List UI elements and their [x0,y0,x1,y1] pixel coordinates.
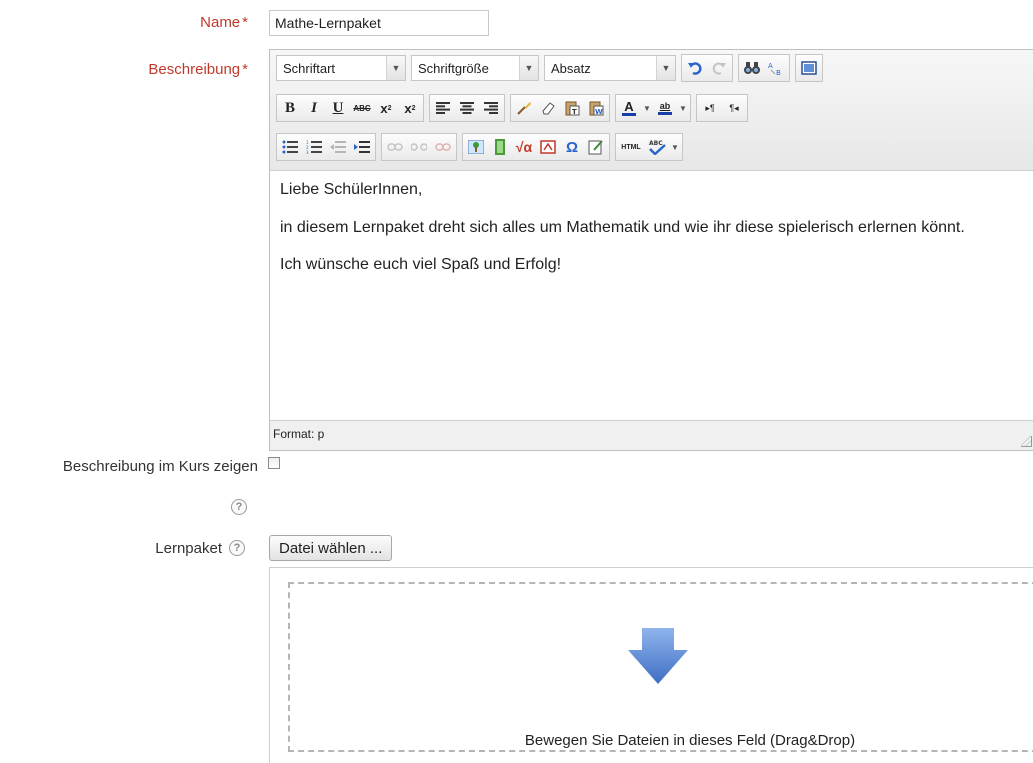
chevron-down-icon[interactable]: ▼ [670,136,680,158]
svg-text:A: A [768,62,773,70]
name-input[interactable] [269,10,489,36]
link-icon[interactable] [384,136,406,158]
svg-text:3: 3 [306,150,309,154]
undo-icon[interactable] [684,57,706,79]
font-family-select[interactable]: Schriftart ▼ [276,55,406,81]
align-left-icon[interactable] [432,97,454,119]
paragraph-format-select[interactable]: Absatz ▼ [544,55,676,81]
redo-icon[interactable] [708,57,730,79]
required-star: * [242,61,248,78]
toolbar-row-1: Schriftart ▼ Schriftgröße ▼ Absatz ▼ A B [276,54,828,82]
editor-content[interactable]: Liebe SchülerInnen, in diesem Lernpaket … [270,171,1033,420]
spellcheck-icon[interactable]: ABC [646,136,668,158]
chevron-down-icon[interactable]: ▼ [678,97,688,119]
description-label-text: Beschreibung [148,61,241,78]
tools-group: HTML ABC ▼ [615,133,683,161]
align-right-icon[interactable] [480,97,502,119]
show-in-course-label: Beschreibung im Kurs zeigen [62,458,258,475]
font-family-value: Schriftart [283,60,336,76]
arrow-down-icon [628,628,688,687]
file-drop-area[interactable]: Bewegen Sie Dateien in dieses Feld (Drag… [269,567,1033,763]
text-color-icon[interactable]: A [618,97,640,119]
editor-toolbar: Schriftart ▼ Schriftgröße ▼ Absatz ▼ A B… [270,50,1033,171]
rich-text-editor: Schriftart ▼ Schriftgröße ▼ Absatz ▼ A B… [269,49,1033,451]
fullscreen-icon[interactable] [798,57,820,79]
unlink-icon[interactable] [408,136,430,158]
name-label: Name * [100,14,248,31]
html-icon[interactable]: HTML [618,136,644,158]
paragraph-format-value: Absatz [551,60,591,76]
emoticon-icon[interactable] [537,136,559,158]
alignment-group [429,94,505,122]
font-size-select[interactable]: Schriftgröße ▼ [411,55,539,81]
format-path: Format: p [273,427,325,441]
strikethrough-icon[interactable]: ABC [351,97,373,119]
paste-text-icon[interactable]: T [561,97,583,119]
image-icon[interactable] [465,136,487,158]
direction-group: ▸¶ ¶◂ [696,94,748,122]
find-icon[interactable] [741,57,763,79]
template-icon[interactable] [585,136,607,158]
superscript-icon[interactable]: x2 [399,97,421,119]
italic-icon[interactable]: I [303,97,325,119]
svg-text:W: W [595,108,603,116]
drop-zone[interactable]: Bewegen Sie Dateien in dieses Feld (Drag… [288,582,1033,752]
media-icon[interactable] [489,136,511,158]
equation-icon[interactable]: √α [513,136,535,158]
editor-statusbar: Format: p [270,420,1033,450]
subscript-icon[interactable]: x2 [375,97,397,119]
view-group [795,54,823,82]
svg-text:T: T [572,108,577,116]
color-group: A ▼ ab ▼ [615,94,691,122]
package-label: Lernpaket [155,540,222,557]
chevron-down-icon[interactable]: ▼ [656,56,675,80]
paste-word-icon[interactable]: W [585,97,607,119]
bold-icon[interactable]: B [279,97,301,119]
insert-group: √α Ω [462,133,610,161]
special-char-icon[interactable]: Ω [561,136,583,158]
highlight-icon[interactable]: ab [654,97,676,119]
chevron-down-icon[interactable]: ▼ [642,97,652,119]
cleanup-icon[interactable] [513,97,535,119]
editor-paragraph: Ich wünsche euch viel Spaß und Erfolg! [280,256,562,273]
drop-instruction: Bewegen Sie Dateien in dieses Feld (Drag… [524,732,856,749]
history-group [681,54,733,82]
editor-paragraph: in diesem Lernpaket dreht sich alles um … [280,219,965,236]
anchor-icon[interactable] [432,136,454,158]
numbered-list-icon[interactable]: 123 [303,136,325,158]
svg-text:B: B [776,69,781,76]
toolbar-row-2: B I U ABC x2 x2 T W A ▼ ab ▼ ▸¶ ¶◂ [276,94,753,122]
choose-file-button[interactable]: Datei wählen ... [269,535,393,561]
underline-icon[interactable]: U [327,97,349,119]
search-group: AB [738,54,790,82]
list-group: 123 [276,133,376,161]
required-star: * [242,14,248,31]
editor-paragraph: Liebe SchülerInnen, [280,181,423,198]
rtl-icon[interactable]: ¶◂ [723,97,745,119]
chevron-down-icon[interactable]: ▼ [386,56,405,80]
link-group [381,133,457,161]
text-style-group: B I U ABC x2 x2 [276,94,424,122]
replace-icon[interactable]: AB [765,57,787,79]
help-icon[interactable]: ? [231,499,247,515]
chevron-down-icon[interactable]: ▼ [519,56,538,80]
resize-handle[interactable] [1021,436,1032,447]
remove-format-icon[interactable] [537,97,559,119]
align-center-icon[interactable] [456,97,478,119]
outdent-icon[interactable] [327,136,349,158]
indent-icon[interactable] [351,136,373,158]
clipboard-group: T W [510,94,610,122]
description-label: Beschreibung * [80,61,248,78]
help-icon[interactable]: ? [229,540,245,556]
bullet-list-icon[interactable] [279,136,301,158]
show-in-course-checkbox[interactable] [268,457,280,469]
toolbar-row-3: 123 √α Ω HTML ABC ▼ [276,133,688,161]
name-label-text: Name [200,14,241,31]
ltr-icon[interactable]: ▸¶ [699,97,721,119]
font-size-value: Schriftgröße [418,60,489,76]
svg-text:ABC: ABC [649,140,663,147]
